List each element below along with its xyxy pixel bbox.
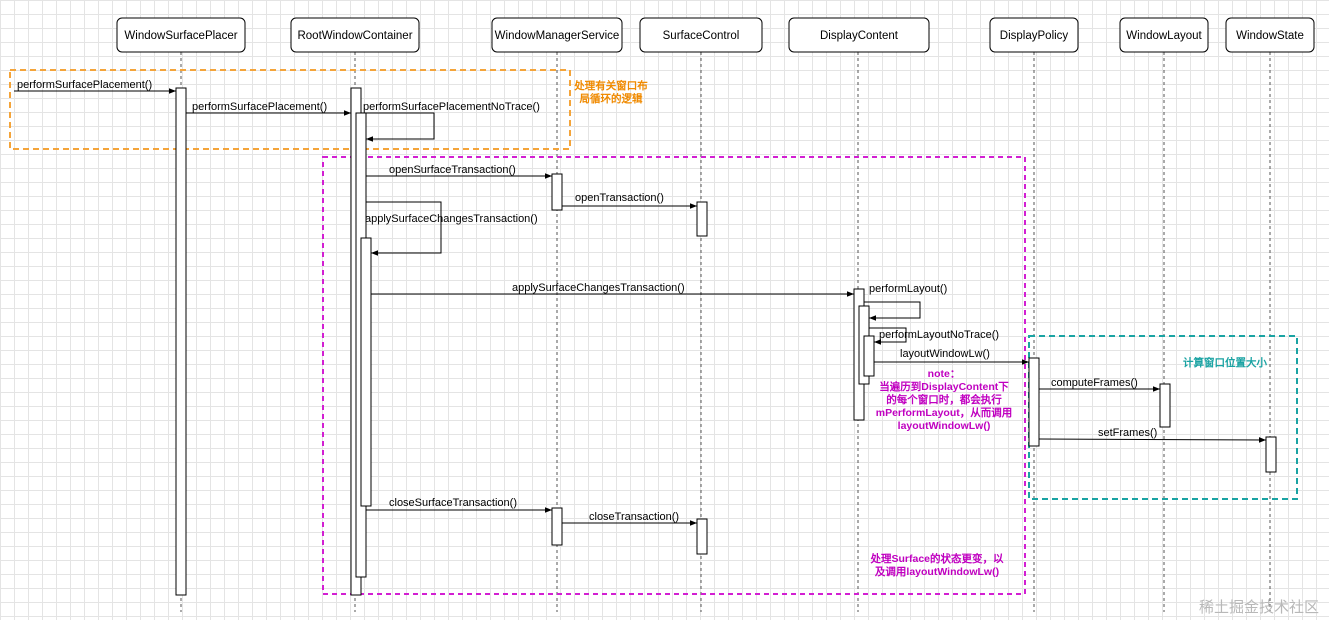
message-self-arrow bbox=[864, 301, 921, 321]
note-layout-loop: 处理有关窗口布 局循环的逻辑 bbox=[573, 79, 648, 105]
activation-window-surface-placer bbox=[175, 87, 187, 596]
message-label: performSurfacePlacementNoTrace() bbox=[363, 101, 540, 113]
participants: WindowSurfacePlacer RootWindowContainer … bbox=[116, 17, 1315, 53]
participant-label: SurfaceControl bbox=[663, 30, 740, 42]
activation-bars bbox=[175, 87, 1277, 596]
note-line: 当遍历到DisplayContent下 bbox=[879, 380, 1009, 393]
note-line: 局循环的逻辑 bbox=[579, 92, 643, 105]
participant-label: RootWindowContainer bbox=[297, 30, 412, 42]
message-label: applySurfaceChangesTransaction() bbox=[512, 282, 685, 294]
activation-surface-control-open bbox=[696, 201, 708, 237]
note-line: mPerformLayout，从而调用 bbox=[876, 406, 1013, 419]
participant-label: DisplayContent bbox=[820, 30, 899, 42]
watermark: 稀土掘金技术社区 bbox=[1199, 599, 1319, 616]
message-label: closeTransaction() bbox=[589, 511, 679, 523]
activation-wms-close bbox=[551, 507, 563, 546]
participant-window-manager-service: WindowManagerService bbox=[491, 17, 623, 53]
note-surface-state: 处理Surface的状态更变，以 及调用layoutWindowLw() bbox=[869, 552, 1004, 578]
participant-root-window-container: RootWindowContainer bbox=[290, 17, 420, 53]
messages: performSurfacePlacement() performSurface… bbox=[14, 79, 1267, 526]
message-label: openSurfaceTransaction() bbox=[389, 164, 516, 176]
participant-label: WindowState bbox=[1236, 30, 1304, 42]
note-line: 处理有关窗口布 bbox=[573, 79, 648, 92]
activation-surface-control-close bbox=[696, 518, 708, 555]
message-label: layoutWindowLw() bbox=[900, 348, 990, 360]
activation-window-state bbox=[1265, 436, 1277, 473]
message-self-arrow bbox=[366, 201, 442, 256]
activation-root-window-container-apply bbox=[360, 237, 372, 507]
participant-display-content: DisplayContent bbox=[788, 17, 930, 53]
participant-window-state: WindowState bbox=[1225, 17, 1315, 53]
note-layout: note： 当遍历到DisplayContent下 的每个窗口时，都会执行 mP… bbox=[876, 368, 1013, 432]
message-label: setFrames() bbox=[1098, 427, 1157, 439]
message-label: computeFrames() bbox=[1051, 377, 1138, 389]
message-label: performLayout() bbox=[869, 283, 947, 295]
participant-label: WindowSurfacePlacer bbox=[124, 30, 237, 42]
participant-window-surface-placer: WindowSurfacePlacer bbox=[116, 17, 246, 53]
note-compute-frames: 计算窗口位置大小 bbox=[1183, 356, 1267, 369]
activation-display-content-notrace bbox=[863, 335, 875, 377]
message-label: performSurfacePlacement() bbox=[192, 101, 327, 113]
message-label: performSurfacePlacement() bbox=[17, 79, 152, 91]
participant-surface-control: SurfaceControl bbox=[639, 17, 763, 53]
activation-wms-open bbox=[551, 173, 563, 211]
participant-label: DisplayPolicy bbox=[1000, 30, 1069, 42]
participant-display-policy: DisplayPolicy bbox=[989, 17, 1079, 53]
note-line: layoutWindowLw() bbox=[898, 420, 991, 432]
participant-label: WindowManagerService bbox=[495, 30, 620, 42]
message-label: closeSurfaceTransaction() bbox=[389, 497, 517, 509]
lifelines bbox=[180, 52, 1271, 612]
participant-window-layout: WindowLayout bbox=[1119, 17, 1209, 53]
note-line: note： bbox=[928, 368, 961, 380]
message-arrow bbox=[1038, 437, 1267, 443]
note-line: 的每个窗口时，都会执行 bbox=[886, 393, 1002, 406]
message-label: openTransaction() bbox=[575, 192, 664, 204]
participant-label: WindowLayout bbox=[1126, 30, 1202, 42]
message-label: performLayoutNoTrace() bbox=[879, 329, 999, 341]
activation-window-layout bbox=[1159, 383, 1171, 428]
sequence-diagram: WindowSurfacePlacer RootWindowContainer … bbox=[9, 17, 1319, 616]
message-label: applySurfaceChangesTransaction() bbox=[365, 213, 538, 225]
note-line: 及调用layoutWindowLw() bbox=[875, 565, 999, 578]
activation-display-policy bbox=[1028, 357, 1040, 447]
note-line: 处理Surface的状态更变，以 bbox=[869, 552, 1004, 565]
message-self-arrow bbox=[361, 112, 435, 142]
